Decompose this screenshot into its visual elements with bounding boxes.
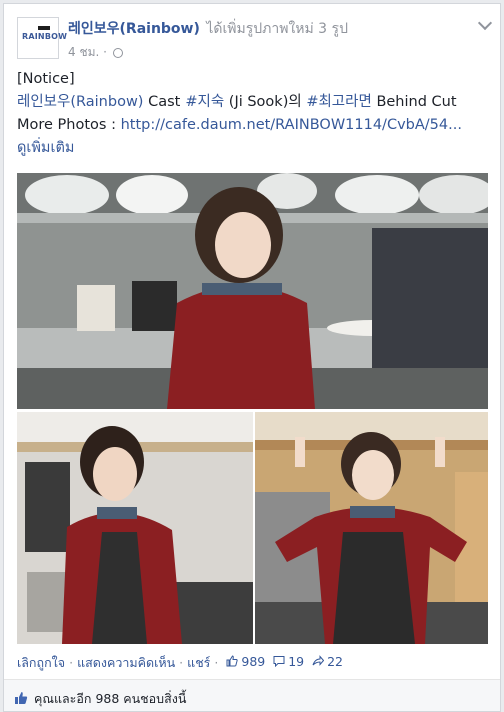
- more-photos-line: More Photos : http://cafe.daum.net/RAINB…: [17, 114, 495, 137]
- thumbs-up-icon: [226, 655, 239, 667]
- mention-link[interactable]: 레인보우(Rainbow): [17, 94, 143, 110]
- comment-icon: [273, 656, 285, 667]
- thumbs-up-icon: [15, 692, 28, 704]
- post-meta: 4 ชม. ·: [68, 43, 123, 62]
- post-timestamp[interactable]: 4 ชม.: [68, 45, 99, 59]
- page-name-link[interactable]: 레인보우(Rainbow): [68, 21, 200, 37]
- cast-line: 레인보우(Rainbow) Cast #지숙 (Ji Sook)의 #최고라면 B…: [17, 91, 495, 114]
- share-link[interactable]: แชร์: [187, 655, 210, 670]
- like-count[interactable]: 989: [226, 654, 265, 669]
- photo-pose-right[interactable]: [255, 412, 488, 644]
- like-count-value: 989: [241, 653, 266, 669]
- cafe-url-link[interactable]: http://cafe.daum.net/RAINBOW1114/CvbA/54…: [121, 117, 462, 133]
- logo-mark: [38, 26, 50, 30]
- cast-word: Cast: [148, 94, 181, 110]
- comment-link[interactable]: แสดงความคิดเห็น: [77, 655, 175, 670]
- chevron-down-icon[interactable]: [477, 15, 493, 31]
- page-avatar[interactable]: RAINBOW: [17, 17, 67, 59]
- share-count-value: 22: [327, 653, 344, 669]
- share-count[interactable]: 22: [312, 654, 343, 669]
- action-bar: เลิกถูกใจ · แสดงความคิดเห็น · แชร์ · 989 19 2…: [17, 653, 343, 673]
- likes-summary: คุณและอีก 988 คนชอบสิ่งนี้: [4, 679, 500, 711]
- hashtag-link[interactable]: #최고라면: [306, 94, 372, 110]
- name-text: (Ji Sook)의: [228, 94, 302, 110]
- hashtag-link[interactable]: #지숙: [185, 94, 224, 110]
- action-separator: ·: [69, 655, 74, 670]
- post-text: [Notice] 레인보우(Rainbow) Cast #지숙 (Ji Sook)…: [17, 68, 495, 160]
- notice-line: [Notice]: [17, 71, 75, 87]
- post-card: RAINBOW 레인보우(Rainbow) ได้เพิ่มรูปภาพใหม่…: [3, 3, 501, 712]
- post-header: 레인보우(Rainbow) ได้เพิ่มรูปภาพใหม่ 3 รูป: [68, 18, 348, 40]
- action-separator: ·: [214, 655, 219, 670]
- photo-illustration: [17, 412, 253, 644]
- behind-cut-text: Behind Cut: [376, 94, 457, 110]
- photo-illustration: [17, 173, 488, 409]
- meta-separator: ·: [103, 45, 107, 59]
- comment-count[interactable]: 19: [273, 654, 304, 669]
- logo-wordmark: RAINBOW: [22, 32, 68, 41]
- unlike-link[interactable]: เลิกถูกใจ: [17, 655, 65, 670]
- share-icon: [312, 655, 325, 666]
- globe-icon[interactable]: [112, 47, 123, 58]
- photo-kitchen-wide[interactable]: [17, 173, 488, 409]
- see-more-link[interactable]: ดูเพิ่มเติม: [17, 137, 495, 160]
- likes-summary-text[interactable]: คุณและอีก 988 คนชอบสิ่งนี้: [34, 689, 186, 709]
- more-photos-label: More Photos :: [17, 117, 116, 133]
- photo-illustration: [255, 412, 488, 644]
- photo-pose-left[interactable]: [17, 412, 253, 644]
- post-action-text: ได้เพิ่มรูปภาพใหม่ 3 รูป: [206, 21, 348, 37]
- action-separator: ·: [179, 655, 184, 670]
- comment-count-value: 19: [288, 653, 305, 669]
